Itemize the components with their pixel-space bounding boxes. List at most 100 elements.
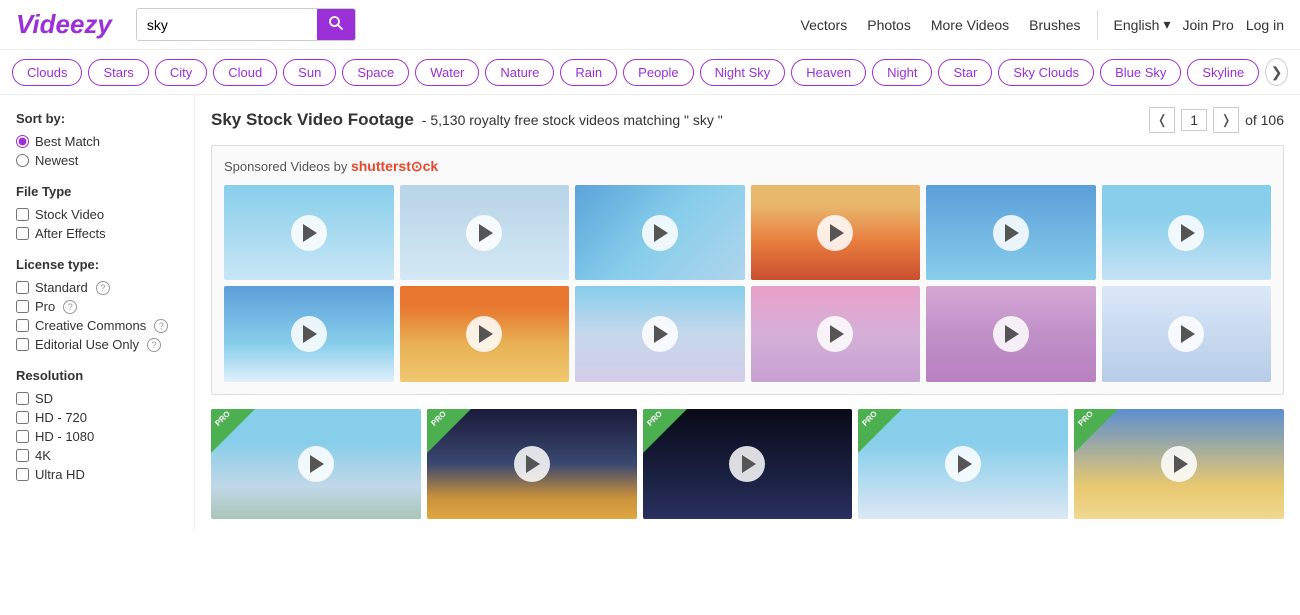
pro-ribbon-2 bbox=[427, 409, 471, 453]
sort-best-match[interactable]: Best Match bbox=[16, 134, 178, 149]
sort-newest-radio[interactable] bbox=[16, 154, 29, 167]
join-pro-link[interactable]: Join Pro bbox=[1182, 17, 1233, 33]
sponsored-thumb-9[interactable] bbox=[575, 286, 745, 381]
play-button-p5[interactable] bbox=[1161, 446, 1197, 482]
editorial-use-checkbox[interactable] bbox=[16, 338, 29, 351]
play-button-p3[interactable] bbox=[729, 446, 765, 482]
after-effects-checkbox[interactable] bbox=[16, 227, 29, 240]
tag-clouds[interactable]: Clouds bbox=[12, 59, 82, 86]
prev-page-button[interactable]: ❬ bbox=[1149, 107, 1175, 133]
play-button-p4[interactable] bbox=[945, 446, 981, 482]
play-button-5[interactable] bbox=[993, 215, 1029, 251]
log-in-link[interactable]: Log in bbox=[1246, 17, 1284, 33]
filter-stock-video[interactable]: Stock Video bbox=[16, 207, 178, 222]
sponsored-thumb-6[interactable] bbox=[1102, 185, 1272, 280]
filter-after-effects[interactable]: After Effects bbox=[16, 226, 178, 241]
tag-city[interactable]: City bbox=[155, 59, 207, 86]
pro-thumb-3[interactable]: PRO bbox=[643, 409, 853, 519]
4k-checkbox[interactable] bbox=[16, 449, 29, 462]
play-button-p1[interactable] bbox=[298, 446, 334, 482]
resolution-4k[interactable]: 4K bbox=[16, 448, 178, 463]
tag-heaven[interactable]: Heaven bbox=[791, 59, 866, 86]
sponsored-thumb-2[interactable] bbox=[400, 185, 570, 280]
tag-rain[interactable]: Rain bbox=[560, 59, 617, 86]
language-selector[interactable]: English ▾ bbox=[1114, 16, 1171, 33]
sponsored-thumb-4[interactable] bbox=[751, 185, 921, 280]
content-area: Sky Stock Video Footage - 5,130 royalty … bbox=[195, 95, 1300, 531]
play-button-7[interactable] bbox=[291, 316, 327, 352]
resolution-ultra-hd[interactable]: Ultra HD bbox=[16, 467, 178, 482]
standard-checkbox[interactable] bbox=[16, 281, 29, 294]
play-button-9[interactable] bbox=[642, 316, 678, 352]
resolution-hd1080[interactable]: HD - 1080 bbox=[16, 429, 178, 444]
pro-checkbox[interactable] bbox=[16, 300, 29, 313]
tag-people[interactable]: People bbox=[623, 59, 693, 86]
result-subtitle: - 5,130 royalty free stock videos matchi… bbox=[422, 112, 723, 128]
pro-thumb-5[interactable]: PRO bbox=[1074, 409, 1284, 519]
resolution-sd[interactable]: SD bbox=[16, 391, 178, 406]
sort-best-match-radio[interactable] bbox=[16, 135, 29, 148]
nav-brushes[interactable]: Brushes bbox=[1029, 17, 1080, 33]
tag-star[interactable]: Star bbox=[938, 59, 992, 86]
pro-thumb-1[interactable]: PRO bbox=[211, 409, 421, 519]
sponsored-thumb-11[interactable] bbox=[926, 286, 1096, 381]
hd1080-checkbox[interactable] bbox=[16, 430, 29, 443]
sponsored-thumb-1[interactable] bbox=[224, 185, 394, 280]
tag-night-sky[interactable]: Night Sky bbox=[700, 59, 786, 86]
sponsored-thumb-7[interactable] bbox=[224, 286, 394, 381]
pro-thumb-2[interactable]: PRO bbox=[427, 409, 637, 519]
play-button-8[interactable] bbox=[466, 316, 502, 352]
creative-commons-checkbox[interactable] bbox=[16, 319, 29, 332]
sponsored-thumb-8[interactable] bbox=[400, 286, 570, 381]
page-number[interactable]: 1 bbox=[1181, 109, 1207, 131]
sponsored-thumb-5[interactable] bbox=[926, 185, 1096, 280]
tag-stars[interactable]: Stars bbox=[88, 59, 148, 86]
play-button-1[interactable] bbox=[291, 215, 327, 251]
play-button-10[interactable] bbox=[817, 316, 853, 352]
filter-pro[interactable]: Pro ? bbox=[16, 299, 178, 314]
play-button-12[interactable] bbox=[1168, 316, 1204, 352]
creative-commons-info-icon[interactable]: ? bbox=[154, 319, 168, 333]
play-button-4[interactable] bbox=[817, 215, 853, 251]
resolution-hd720[interactable]: HD - 720 bbox=[16, 410, 178, 425]
play-button-3[interactable] bbox=[642, 215, 678, 251]
nav-photos[interactable]: Photos bbox=[867, 17, 911, 33]
filter-creative-commons[interactable]: Creative Commons ? bbox=[16, 318, 178, 333]
tag-sky-clouds[interactable]: Sky Clouds bbox=[998, 59, 1094, 86]
sort-best-match-label: Best Match bbox=[35, 134, 100, 149]
play-button-p2[interactable] bbox=[514, 446, 550, 482]
tags-scroll-right[interactable]: ❯ bbox=[1265, 58, 1288, 86]
stock-video-checkbox[interactable] bbox=[16, 208, 29, 221]
tag-night[interactable]: Night bbox=[872, 59, 932, 86]
nav-more-videos[interactable]: More Videos bbox=[931, 17, 1009, 33]
hd720-checkbox[interactable] bbox=[16, 411, 29, 424]
play-button-6[interactable] bbox=[1168, 215, 1204, 251]
tag-skyline[interactable]: Skyline bbox=[1187, 59, 1259, 86]
search-button[interactable] bbox=[317, 9, 355, 40]
nav-vectors[interactable]: Vectors bbox=[801, 17, 848, 33]
tag-water[interactable]: Water bbox=[415, 59, 479, 86]
tag-nature[interactable]: Nature bbox=[485, 59, 554, 86]
tag-cloud[interactable]: Cloud bbox=[213, 59, 277, 86]
tag-space[interactable]: Space bbox=[342, 59, 409, 86]
standard-info-icon[interactable]: ? bbox=[96, 281, 110, 295]
sd-checkbox[interactable] bbox=[16, 392, 29, 405]
tag-sun[interactable]: Sun bbox=[283, 59, 336, 86]
next-page-button[interactable]: ❭ bbox=[1213, 107, 1239, 133]
pro-thumb-4[interactable]: PRO bbox=[858, 409, 1068, 519]
editorial-info-icon[interactable]: ? bbox=[147, 338, 161, 352]
play-button-11[interactable] bbox=[993, 316, 1029, 352]
logo[interactable]: Videezy bbox=[16, 9, 112, 40]
play-button-2[interactable] bbox=[466, 215, 502, 251]
ultra-hd-checkbox[interactable] bbox=[16, 468, 29, 481]
sort-newest[interactable]: Newest bbox=[16, 153, 178, 168]
filter-standard[interactable]: Standard ? bbox=[16, 280, 178, 295]
search-input[interactable] bbox=[137, 10, 317, 40]
sponsored-thumb-3[interactable] bbox=[575, 185, 745, 280]
shutterstock-logo[interactable]: shutterst⊙ck bbox=[351, 158, 438, 174]
tag-blue-sky[interactable]: Blue Sky bbox=[1100, 59, 1181, 86]
sponsored-thumb-12[interactable] bbox=[1102, 286, 1272, 381]
sponsored-thumb-10[interactable] bbox=[751, 286, 921, 381]
filter-editorial-use[interactable]: Editorial Use Only ? bbox=[16, 337, 178, 352]
pro-info-icon[interactable]: ? bbox=[63, 300, 77, 314]
